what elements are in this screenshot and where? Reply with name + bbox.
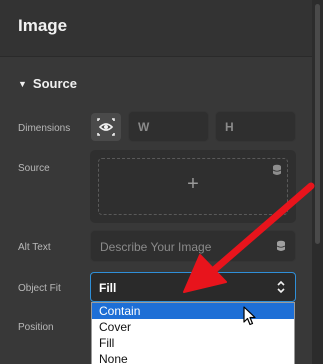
panel-title: Image xyxy=(18,16,68,35)
width-placeholder: W xyxy=(138,120,150,134)
source-section-toggle[interactable]: ▼ Source xyxy=(18,76,77,91)
image-source-picker[interactable]: + xyxy=(90,150,296,223)
object-fit-select[interactable]: Fill xyxy=(90,272,296,302)
alt-text-label: Alt Text xyxy=(18,242,51,253)
source-label: Source xyxy=(18,163,50,174)
up-down-chevron-icon xyxy=(277,280,285,294)
width-input[interactable]: W xyxy=(128,111,209,142)
image-settings-panel: Image ▼ Source Dimensions W H Source + Al… xyxy=(0,0,312,364)
panel-header: Image xyxy=(0,0,312,57)
object-fit-dropdown: Contain Cover Fill None xyxy=(91,302,295,364)
object-fit-label: Object Fit xyxy=(18,283,61,294)
object-fit-value: Fill xyxy=(99,281,117,295)
height-placeholder: H xyxy=(225,120,234,134)
position-label: Position xyxy=(18,322,54,333)
database-icon[interactable] xyxy=(276,240,286,252)
caret-down-icon: ▼ xyxy=(18,79,27,89)
alt-text-input[interactable]: Describe Your Image xyxy=(90,230,296,262)
scrollbar-thumb[interactable] xyxy=(315,4,320,244)
height-input[interactable]: H xyxy=(215,111,296,142)
add-image-icon: + xyxy=(187,173,199,195)
alt-text-placeholder: Describe Your Image xyxy=(100,240,212,254)
option-none[interactable]: None xyxy=(92,351,294,364)
option-contain[interactable]: Contain xyxy=(92,303,294,319)
dimensions-label: Dimensions xyxy=(18,123,71,134)
panel-scrollbar[interactable] xyxy=(312,0,323,364)
option-cover[interactable]: Cover xyxy=(92,319,294,335)
mouse-pointer-icon xyxy=(243,306,256,326)
image-dropzone[interactable]: + xyxy=(98,158,288,215)
aspect-ratio-eye-icon xyxy=(97,118,115,136)
option-fill[interactable]: Fill xyxy=(92,335,294,351)
section-title: Source xyxy=(32,76,77,91)
aspect-ratio-toggle-button[interactable] xyxy=(91,113,121,141)
database-icon[interactable] xyxy=(272,164,282,176)
